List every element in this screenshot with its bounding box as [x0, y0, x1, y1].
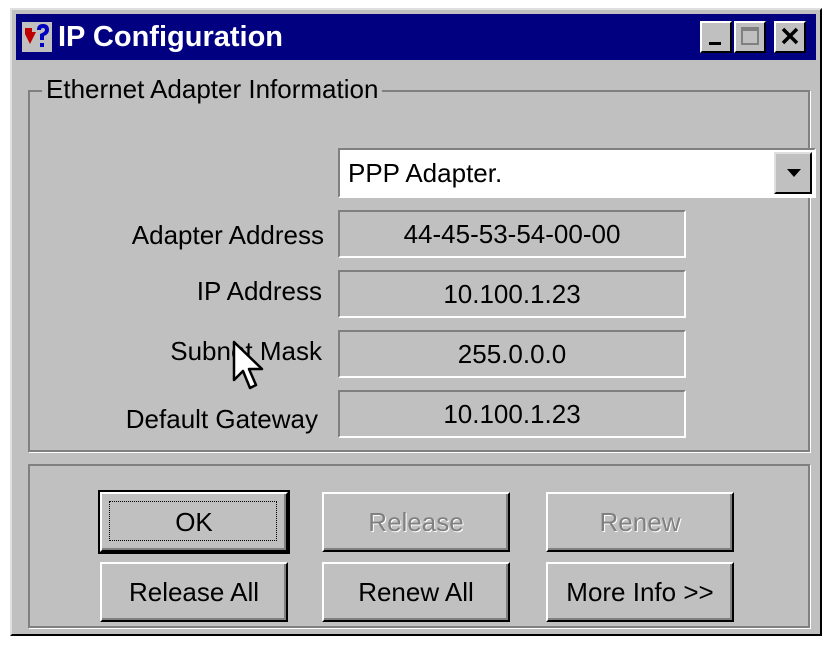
ip-configuration-window: IP Configuration Ethernet Adapter Inform…	[10, 8, 822, 636]
adapter-address-value: 44-45-53-54-00-00	[338, 210, 686, 258]
app-icon	[22, 22, 52, 52]
maximize-icon	[741, 27, 759, 45]
adapter-address-label: Adapter Address	[131, 220, 324, 250]
renew-button-label: Renew	[599, 507, 681, 537]
default-gateway-label: Default Gateway	[125, 404, 318, 434]
maximize-button[interactable]	[734, 21, 766, 53]
more-info-button-label: More Info >>	[566, 577, 714, 607]
title-bar[interactable]: IP Configuration	[16, 14, 816, 60]
release-all-button[interactable]: Release All	[100, 562, 288, 622]
adapter-select-value: PPP Adapter.	[348, 158, 503, 188]
subnet-mask-label: Subnet Mask	[170, 336, 322, 366]
window-title: IP Configuration	[58, 21, 284, 53]
release-button-label: Release	[368, 507, 464, 537]
group-legend: Ethernet Adapter Information	[42, 74, 383, 104]
minimize-button[interactable]	[700, 21, 732, 53]
mouse-pointer-icon	[232, 340, 264, 390]
default-gateway-value: 10.100.1.23	[338, 390, 686, 438]
subnet-mask-value: 255.0.0.0	[338, 330, 686, 378]
renew-button[interactable]: Renew	[546, 492, 734, 552]
minimize-icon	[709, 42, 721, 45]
ip-address-label: IP Address	[196, 276, 322, 306]
release-all-button-label: Release All	[128, 577, 260, 607]
ok-button[interactable]: OK	[98, 490, 290, 554]
close-icon	[781, 27, 799, 45]
ip-address-value: 10.100.1.23	[338, 270, 686, 318]
adapter-select[interactable]: PPP Adapter.	[338, 148, 816, 198]
close-button[interactable]	[774, 21, 806, 53]
release-button[interactable]: Release	[322, 492, 510, 552]
ok-button-label: OK	[175, 507, 213, 537]
adapter-dropdown-button[interactable]	[774, 152, 812, 194]
renew-all-button-label: Renew All	[358, 577, 474, 607]
more-info-button[interactable]: More Info >>	[546, 562, 734, 622]
renew-all-button[interactable]: Renew All	[322, 562, 510, 622]
chevron-down-icon	[787, 169, 801, 177]
